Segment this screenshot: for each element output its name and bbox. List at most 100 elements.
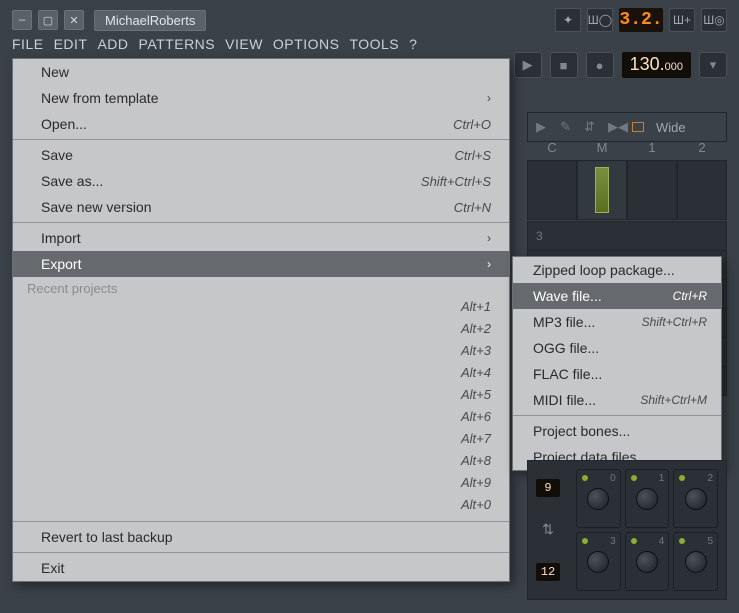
shortcut-label: Ctrl+N: [454, 200, 491, 215]
menu-separator: [13, 521, 509, 522]
metronome-icon[interactable]: ✦: [555, 8, 581, 32]
recent-item[interactable]: Alt+0: [13, 497, 509, 519]
effect-slot[interactable]: 3: [527, 221, 727, 251]
menu-item-save-new-version[interactable]: Save new versionCtrl+N: [13, 194, 509, 220]
menu-item-save[interactable]: SaveCtrl+S: [13, 142, 509, 168]
maximize-button[interactable]: ▢: [38, 10, 58, 30]
menu-item-save-as[interactable]: Save as...Shift+Ctrl+S: [13, 168, 509, 194]
file-menu-dropdown: New New from template› Open...Ctrl+O Sav…: [12, 58, 510, 582]
minimize-button[interactable]: –: [12, 10, 32, 30]
knob[interactable]: [636, 488, 658, 510]
slot-number-lcd[interactable]: 9: [536, 479, 560, 497]
recent-item[interactable]: Alt+3: [13, 343, 509, 365]
knob-cell[interactable]: 5: [673, 532, 718, 591]
knob[interactable]: [587, 551, 609, 573]
bar-position-lcd[interactable]: 3.2.: [619, 8, 663, 32]
menu-item-export[interactable]: Export›: [13, 251, 509, 277]
mixer-slot-2[interactable]: [677, 160, 727, 220]
menu-file[interactable]: FILE: [12, 36, 44, 52]
menu-view[interactable]: VIEW: [225, 36, 263, 52]
knob-panel: 9 ⇅ 12 0 1 2 3 4 5: [527, 460, 727, 600]
menu-item-open[interactable]: Open...Ctrl+O: [13, 111, 509, 137]
loop-icon[interactable]: Ш◎: [701, 8, 727, 32]
shortcut-label: Ctrl+R: [673, 289, 707, 303]
arrows-icon[interactable]: ⇵: [584, 119, 600, 135]
menu-add[interactable]: ADD: [97, 36, 128, 52]
recent-projects-header: Recent projects: [13, 277, 509, 299]
knob[interactable]: [685, 488, 707, 510]
menu-patterns[interactable]: PATTERNS: [139, 36, 216, 52]
tempo-menu-icon[interactable]: ▾: [699, 52, 727, 78]
record-button[interactable]: ●: [586, 52, 614, 78]
menu-item-exit[interactable]: Exit: [13, 555, 509, 581]
led-icon: [582, 538, 588, 544]
menu-separator: [13, 552, 509, 553]
menu-item-import[interactable]: Import›: [13, 225, 509, 251]
countdown-icon[interactable]: Ш+: [669, 8, 695, 32]
tempo-lcd[interactable]: 130.000: [622, 52, 691, 78]
recent-item[interactable]: Alt+4: [13, 365, 509, 387]
slot-number-lcd[interactable]: 12: [536, 563, 560, 581]
export-item-wave[interactable]: Wave file...Ctrl+R: [513, 283, 721, 309]
cell-number: 0: [610, 473, 616, 484]
up-down-icon[interactable]: ⇅: [542, 521, 554, 538]
recent-item[interactable]: Alt+8: [13, 453, 509, 475]
recent-item[interactable]: Alt+1: [13, 299, 509, 321]
menu-separator: [513, 415, 721, 416]
mixer-slot-m[interactable]: [577, 160, 627, 220]
knob-cell[interactable]: 3: [576, 532, 621, 591]
mixer-slot-1[interactable]: [627, 160, 677, 220]
mixer-slot-c[interactable]: [527, 160, 577, 220]
chevron-right-icon: ›: [487, 91, 491, 105]
menu-item-revert[interactable]: Revert to last backup: [13, 524, 509, 550]
knob-cell[interactable]: 4: [625, 532, 670, 591]
col-c[interactable]: C: [527, 140, 577, 155]
cell-number: 4: [659, 536, 665, 547]
menu-tools[interactable]: TOOLS: [349, 36, 399, 52]
recent-item[interactable]: Alt+7: [13, 431, 509, 453]
channel-toolbar: ▶ ✎ ⇵ ▶◀ Wide: [527, 112, 727, 142]
export-item-bones[interactable]: Project bones...: [513, 418, 721, 444]
preset-label[interactable]: Wide: [656, 120, 686, 135]
menu-help[interactable]: ?: [409, 36, 417, 52]
export-item-midi[interactable]: MIDI file...Shift+Ctrl+M: [513, 387, 721, 413]
close-button[interactable]: ✕: [64, 10, 84, 30]
export-item-zipped[interactable]: Zipped loop package...: [513, 257, 721, 283]
recent-item[interactable]: Alt+2: [13, 321, 509, 343]
knob[interactable]: [636, 551, 658, 573]
skip-icon[interactable]: ▶◀: [608, 119, 624, 135]
paint-icon[interactable]: ✎: [560, 119, 576, 135]
recent-item[interactable]: Alt+9: [13, 475, 509, 497]
knob-cell[interactable]: 2: [673, 469, 718, 528]
led-icon: [631, 475, 637, 481]
menu-edit[interactable]: EDIT: [54, 36, 88, 52]
export-item-ogg[interactable]: OGG file...: [513, 335, 721, 361]
project-name: MichaelRoberts: [94, 10, 206, 31]
knob-cell[interactable]: 1: [625, 469, 670, 528]
knob-panel-side: 9 ⇅ 12: [528, 461, 568, 599]
menu-item-new-from-template[interactable]: New from template›: [13, 85, 509, 111]
transport-main: ▶ ■ ● 130.000 ▾: [514, 52, 727, 78]
menu-options[interactable]: OPTIONS: [273, 36, 340, 52]
bolt-icon[interactable]: ▶: [536, 119, 552, 135]
transport-top: ✦ Ш◯ 3.2. Ш+ Ш◎: [555, 8, 727, 32]
play-button[interactable]: ▶: [514, 52, 542, 78]
export-item-mp3[interactable]: MP3 file...Shift+Ctrl+R: [513, 309, 721, 335]
export-item-flac[interactable]: FLAC file...: [513, 361, 721, 387]
shortcut-label: Ctrl+S: [455, 148, 491, 163]
wide-rect-icon[interactable]: [632, 122, 644, 132]
col-2[interactable]: 2: [677, 140, 727, 155]
menu-item-new[interactable]: New: [13, 59, 509, 85]
shortcut-label: Shift+Ctrl+S: [421, 174, 491, 189]
menubar: FILE EDIT ADD PATTERNS VIEW OPTIONS TOOL…: [12, 36, 417, 52]
knob[interactable]: [685, 551, 707, 573]
knob[interactable]: [587, 488, 609, 510]
col-1[interactable]: 1: [627, 140, 677, 155]
recent-item[interactable]: Alt+6: [13, 409, 509, 431]
recent-item[interactable]: Alt+5: [13, 387, 509, 409]
mixer-slots: [527, 160, 727, 220]
knob-cell[interactable]: 0: [576, 469, 621, 528]
stop-button[interactable]: ■: [550, 52, 578, 78]
col-m[interactable]: M: [577, 140, 627, 155]
wait-icon[interactable]: Ш◯: [587, 8, 613, 32]
